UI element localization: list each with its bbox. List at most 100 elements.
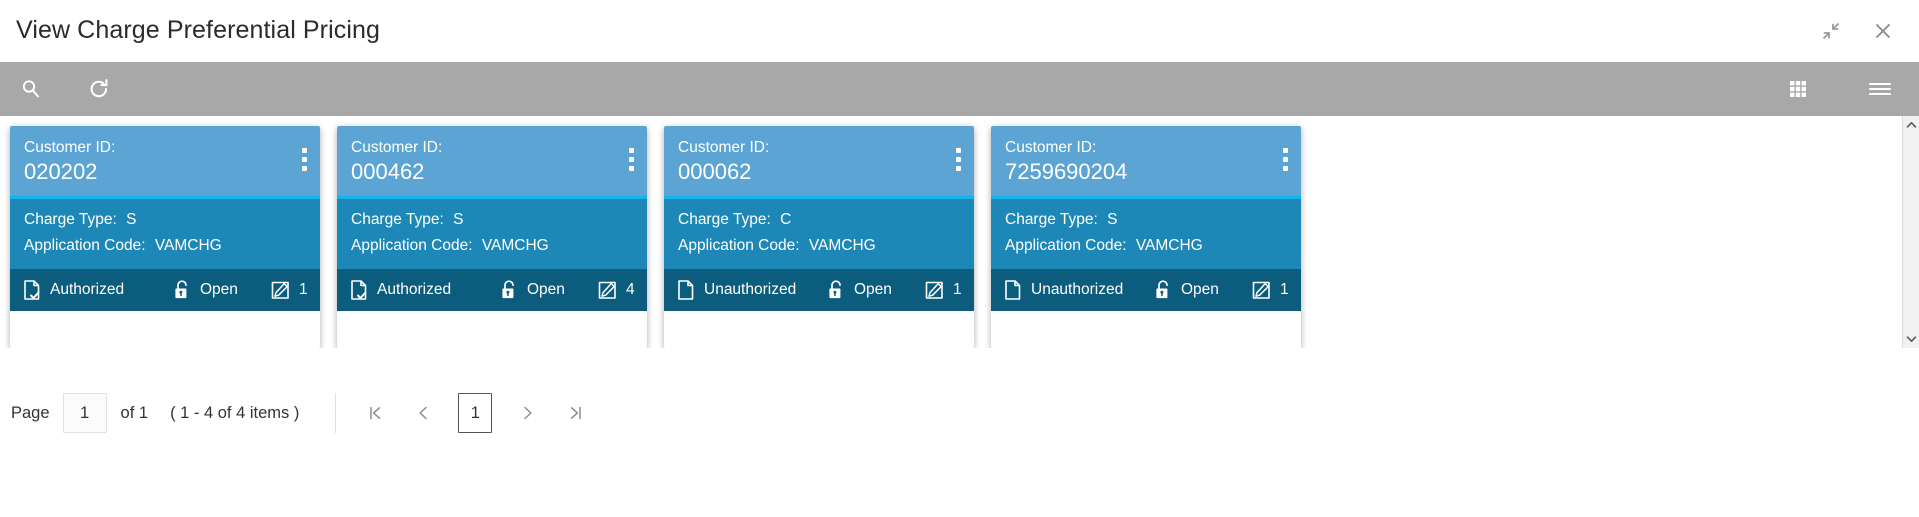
application-code-value: VAMCHG bbox=[481, 237, 549, 254]
lock-status[interactable]: Open bbox=[499, 279, 597, 301]
last-page-icon[interactable] bbox=[562, 398, 588, 428]
kebab-menu-icon[interactable] bbox=[956, 148, 961, 171]
application-code-label: Application Code: bbox=[1005, 237, 1127, 254]
authorization-status[interactable]: Unauthorized bbox=[1003, 279, 1153, 301]
total-pages-label: of 1 bbox=[120, 403, 149, 422]
customer-id-label: Customer ID: bbox=[24, 139, 116, 156]
card-footer: Authorized Open bbox=[337, 269, 647, 311]
hamburger-menu-icon[interactable] bbox=[1863, 72, 1897, 106]
customer-id-label: Customer ID: bbox=[678, 139, 770, 156]
edit-pencil-icon bbox=[270, 280, 291, 301]
pagination-bar: Page of 1 ( 1 - 4 of 4 items ) 1 bbox=[0, 378, 1919, 448]
current-page-button[interactable]: 1 bbox=[458, 393, 493, 433]
pagination-controls: 1 bbox=[362, 393, 588, 433]
scroll-up-icon[interactable] bbox=[1903, 116, 1919, 134]
application-code-value: VAMCHG bbox=[1135, 237, 1203, 254]
kebab-menu-icon[interactable] bbox=[629, 148, 634, 171]
application-code-value: VAMCHG bbox=[808, 237, 876, 254]
charge-type-row: Charge Type: C bbox=[678, 207, 960, 233]
charge-type-row: Charge Type: S bbox=[351, 207, 633, 233]
previous-page-icon[interactable] bbox=[410, 398, 436, 428]
kebab-menu-icon[interactable] bbox=[302, 148, 307, 171]
card-header: Customer ID: 020202 bbox=[10, 126, 320, 199]
edit-pencil-icon bbox=[924, 280, 945, 301]
next-page-icon[interactable] bbox=[514, 398, 540, 428]
customer-id-value: 000062 bbox=[678, 159, 752, 184]
close-icon[interactable] bbox=[1869, 17, 1897, 45]
page-number-input[interactable] bbox=[62, 393, 107, 433]
unlock-icon bbox=[826, 279, 846, 301]
document-icon bbox=[676, 279, 696, 301]
application-code-label: Application Code: bbox=[351, 237, 473, 254]
card-footer: Authorized Open bbox=[10, 269, 320, 311]
edit-pencil-icon bbox=[597, 280, 618, 301]
card-body: Charge Type: S Application Code: VAMCHG bbox=[10, 199, 320, 269]
lock-status[interactable]: Open bbox=[826, 279, 924, 301]
version-count: 1 bbox=[299, 281, 308, 298]
version-indicator[interactable]: 4 bbox=[597, 280, 635, 301]
application-code-row: Application Code: VAMCHG bbox=[1005, 233, 1287, 259]
lock-status[interactable]: Open bbox=[1153, 279, 1251, 301]
card-footer: Unauthorized Open 1 bbox=[991, 269, 1301, 311]
unlock-icon bbox=[1153, 279, 1173, 301]
collapse-arrows-icon[interactable] bbox=[1817, 17, 1845, 45]
grid-view-icon[interactable] bbox=[1781, 72, 1815, 106]
version-indicator[interactable]: 1 bbox=[270, 280, 308, 301]
charge-type-label: Charge Type: bbox=[678, 211, 771, 228]
unlock-icon bbox=[172, 279, 192, 301]
charge-type-value: C bbox=[780, 211, 792, 228]
record-card[interactable]: Customer ID: 000462 Charge Type: S Appli… bbox=[337, 126, 647, 348]
record-card[interactable]: Customer ID: 020202 Charge Type: S Appli… bbox=[10, 126, 320, 348]
window-title-bar: View Charge Preferential Pricing bbox=[0, 0, 1919, 62]
charge-type-label: Charge Type: bbox=[24, 211, 117, 228]
authorization-status[interactable]: Unauthorized bbox=[676, 279, 826, 301]
first-page-icon[interactable] bbox=[362, 398, 388, 428]
lock-status-label: Open bbox=[1181, 281, 1219, 298]
charge-type-label: Charge Type: bbox=[1005, 211, 1098, 228]
card-header: Customer ID: 000462 bbox=[337, 126, 647, 199]
scroll-down-icon[interactable] bbox=[1903, 330, 1919, 348]
application-code-value: VAMCHG bbox=[154, 237, 222, 254]
card-body: Charge Type: S Application Code: VAMCHG bbox=[337, 199, 647, 269]
window-controls bbox=[1817, 17, 1897, 45]
charge-type-label: Charge Type: bbox=[351, 211, 444, 228]
lock-status-label: Open bbox=[854, 281, 892, 298]
card-footer: Unauthorized Open 1 bbox=[664, 269, 974, 311]
version-indicator[interactable]: 1 bbox=[1251, 280, 1289, 301]
cards-region: Customer ID: 020202 Charge Type: S Appli… bbox=[0, 116, 1919, 348]
document-icon bbox=[1003, 279, 1023, 301]
record-card[interactable]: Customer ID: 7259690204 Charge Type: S A… bbox=[991, 126, 1301, 348]
lock-status-label: Open bbox=[200, 281, 238, 298]
version-indicator[interactable]: 1 bbox=[924, 280, 962, 301]
card-header: Customer ID: 7259690204 bbox=[991, 126, 1301, 199]
refresh-icon[interactable] bbox=[82, 72, 116, 106]
card-body: Charge Type: C Application Code: VAMCHG bbox=[664, 199, 974, 269]
authorization-status-label: Authorized bbox=[50, 281, 125, 298]
charge-type-row: Charge Type: S bbox=[1005, 207, 1287, 233]
vertical-scrollbar[interactable] bbox=[1902, 116, 1919, 348]
charge-type-value: S bbox=[1107, 211, 1118, 228]
application-code-label: Application Code: bbox=[24, 237, 146, 254]
cards-container: Customer ID: 020202 Charge Type: S Appli… bbox=[0, 116, 1902, 348]
customer-id-label: Customer ID: bbox=[1005, 139, 1097, 156]
authorization-status[interactable]: Authorized bbox=[22, 279, 172, 301]
version-count: 1 bbox=[953, 281, 962, 298]
authorization-status-label: Authorized bbox=[377, 281, 452, 298]
record-card[interactable]: Customer ID: 000062 Charge Type: C Appli… bbox=[664, 126, 974, 348]
lock-status[interactable]: Open bbox=[172, 279, 270, 301]
pagination-divider bbox=[335, 393, 337, 433]
search-icon[interactable] bbox=[14, 72, 48, 106]
scrollbar-track[interactable] bbox=[1903, 134, 1919, 330]
document-check-icon bbox=[22, 279, 42, 301]
customer-id-value: 000462 bbox=[351, 159, 425, 184]
lock-status-label: Open bbox=[527, 281, 565, 298]
authorization-status[interactable]: Authorized bbox=[349, 279, 499, 301]
edit-pencil-icon bbox=[1251, 280, 1272, 301]
charge-type-row: Charge Type: S bbox=[24, 207, 306, 233]
toolbar-right-actions bbox=[1781, 72, 1897, 106]
unlock-icon bbox=[499, 279, 519, 301]
customer-id-label: Customer ID: bbox=[351, 139, 443, 156]
application-code-row: Application Code: VAMCHG bbox=[351, 233, 633, 259]
authorization-status-label: Unauthorized bbox=[1031, 281, 1124, 298]
kebab-menu-icon[interactable] bbox=[1283, 148, 1288, 171]
